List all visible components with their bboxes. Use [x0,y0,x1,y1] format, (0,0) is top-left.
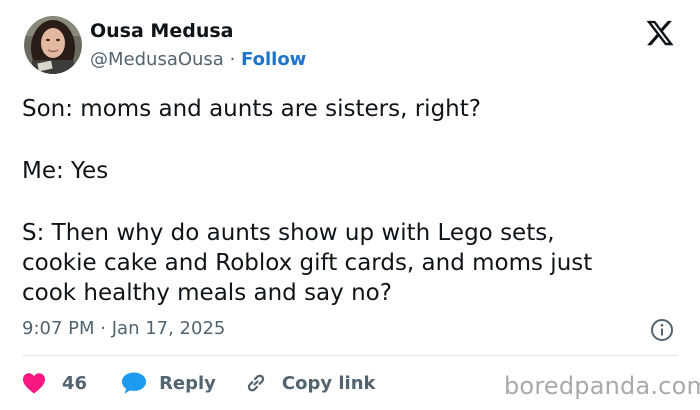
divider [22,355,678,356]
author-name[interactable]: Ousa Medusa [90,20,233,42]
tweet-actions: 46 Reply Copy link [22,368,376,398]
avatar[interactable] [24,16,82,74]
reply-bubble-icon [122,372,147,394]
tweet-time: 9:07 PM [22,318,95,339]
tweet-line: cookie cake and Roblox gift cards, and m… [22,250,593,276]
watermark: boredpanda.com [504,372,700,400]
reply-label: Reply [159,372,216,394]
x-logo-icon[interactable] [645,18,675,48]
follow-button[interactable]: Follow [241,49,306,70]
tweet-line: S: Then why do aunts show up with Lego s… [22,220,555,246]
tweet-line: Me: Yes [22,158,109,184]
tweet-date: Jan 17, 2025 [111,318,226,339]
heart-icon [23,373,45,394]
avatar-photo [24,16,82,74]
tweet-line: cook healthy meals and say no? [22,280,392,306]
like-button[interactable]: 46 [22,372,87,394]
reply-button[interactable]: Reply [121,371,216,395]
tweet-line: Son: moms and aunts are sisters, right? [22,96,481,122]
author-handle[interactable]: @MedusaOusa [90,49,224,70]
like-count: 46 [62,372,88,394]
handle-separator: · [229,49,236,70]
author-handle-row: @MedusaOusa · Follow [90,49,306,70]
link-icon [247,374,265,392]
timestamp-separator: · [100,318,106,339]
tweet-timestamp[interactable]: 9:07 PM · Jan 17, 2025 [22,318,225,339]
copy-link-button[interactable]: Copy link [244,371,376,395]
info-icon[interactable] [650,318,674,342]
copy-link-label: Copy link [281,372,376,394]
